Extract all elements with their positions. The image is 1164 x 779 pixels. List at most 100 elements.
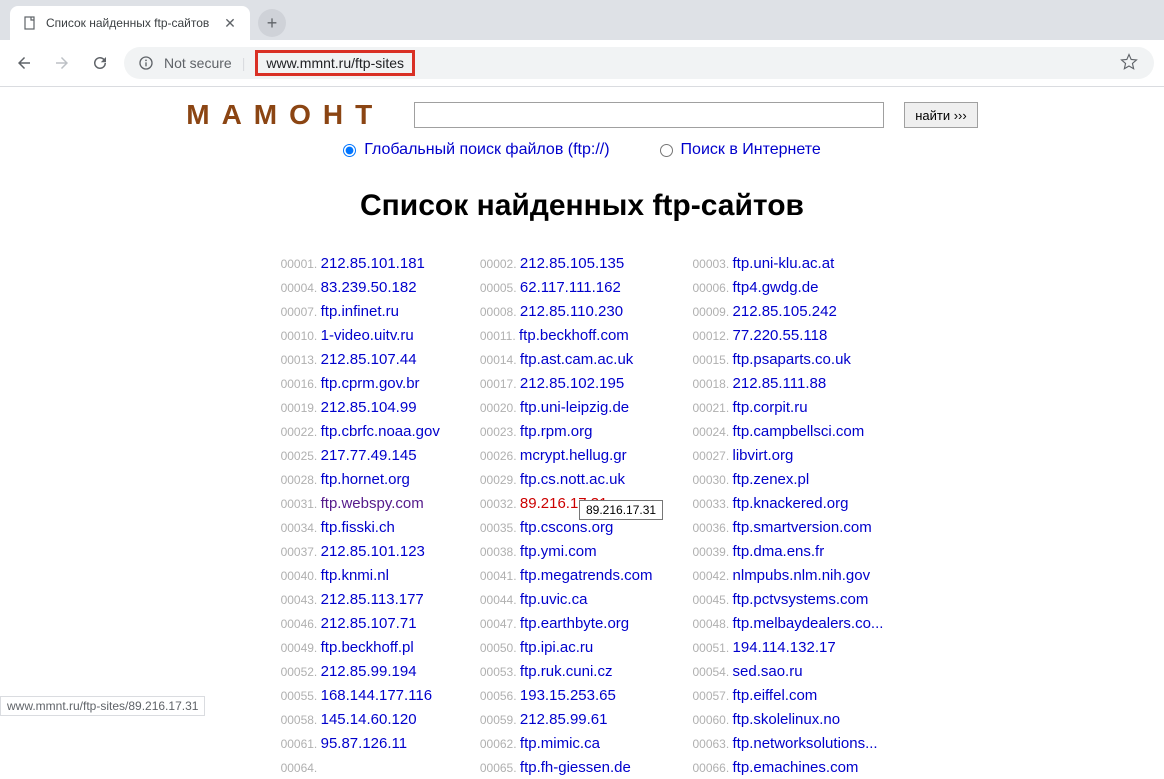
ftp-link[interactable]: ftp.fisski.ch	[321, 519, 395, 536]
ftp-link[interactable]: 212.85.107.71	[321, 615, 417, 632]
ftp-link[interactable]: 83.239.50.182	[321, 279, 417, 296]
ftp-link[interactable]: ftp.hornet.org	[321, 471, 410, 488]
ftp-link[interactable]: ftp.rpm.org	[520, 423, 593, 440]
ftp-link[interactable]: 168.144.177.116	[321, 687, 433, 704]
ftp-link[interactable]: 212.85.99.61	[520, 711, 608, 728]
ftp-item: 00042. nlmpubs.nlm.nih.gov	[692, 565, 883, 587]
ftp-link[interactable]: ftp.networksolutions...	[733, 735, 878, 752]
ftp-link[interactable]: 212.85.105.242	[733, 303, 837, 320]
ftp-link[interactable]: ftp.ipi.ac.ru	[520, 639, 593, 656]
ftp-item: 00019. 212.85.104.99	[281, 397, 440, 419]
ftp-link[interactable]: ftp.infinet.ru	[321, 303, 399, 320]
back-button[interactable]	[10, 49, 38, 77]
ftp-link[interactable]: ftp.cbrfc.noaa.gov	[321, 423, 440, 440]
ftp-link[interactable]: ftp.knackered.org	[733, 495, 849, 512]
ftp-link[interactable]: 212.85.113.177	[321, 591, 424, 608]
ftp-link[interactable]: mcrypt.hellug.gr	[520, 447, 627, 464]
ftp-number: 00029.	[480, 473, 520, 487]
ftp-link[interactable]: ftp.uvic.ca	[520, 591, 588, 608]
ftp-link[interactable]: ftp.zenex.pl	[733, 471, 810, 488]
ftp-link[interactable]: ftp.cscons.org	[520, 519, 613, 536]
ftp-link[interactable]: ftp.pctvsystems.com	[733, 591, 869, 608]
ftp-link[interactable]: 212.85.99.194	[321, 663, 417, 680]
ftp-link[interactable]: ftp.corpit.ru	[733, 399, 808, 416]
ftp-link[interactable]: nlmpubs.nlm.nih.gov	[733, 567, 871, 584]
radio-ftp-link[interactable]: Глобальный поиск файлов (ftp://)	[364, 141, 609, 159]
ftp-link[interactable]: ftp4.gwdg.de	[733, 279, 819, 296]
close-icon[interactable]: ✕	[222, 15, 238, 31]
radio-internet-input[interactable]	[660, 144, 673, 157]
reload-button[interactable]	[86, 49, 114, 77]
ftp-link[interactable]: ftp.eiffel.com	[733, 687, 818, 704]
ftp-link[interactable]: 217.77.49.145	[321, 447, 417, 464]
ftp-link[interactable]: 212.85.105.135	[520, 255, 624, 272]
search-input[interactable]	[414, 102, 884, 128]
ftp-link[interactable]: 212.85.110.230	[520, 303, 623, 320]
ftp-link[interactable]: 77.220.55.118	[733, 327, 828, 344]
browser-tab[interactable]: Список найденных ftp-сайтов ✕	[10, 6, 250, 40]
radio-internet[interactable]: Поиск в Интернете	[660, 141, 821, 159]
ftp-link[interactable]: 212.85.102.195	[520, 375, 624, 392]
ftp-link[interactable]: 1-video.uitv.ru	[321, 327, 414, 344]
ftp-link[interactable]: 95.87.126.11	[321, 735, 407, 752]
ftp-link[interactable]: ftp.campbellsci.com	[733, 423, 865, 440]
radio-ftp-input[interactable]	[343, 144, 356, 157]
ftp-item: 00036. ftp.smartversion.com	[692, 517, 883, 539]
ftp-link[interactable]: ftp.cprm.gov.br	[321, 375, 420, 392]
ftp-link[interactable]: ftp.smartversion.com	[733, 519, 872, 536]
ftp-link[interactable]: 193.15.253.65	[520, 687, 616, 704]
ftp-link[interactable]: 212.85.107.44	[321, 351, 417, 368]
ftp-item: 00041. ftp.megatrends.com	[480, 565, 653, 587]
bookmark-icon[interactable]	[1120, 53, 1140, 73]
ftp-link[interactable]: libvirt.org	[733, 447, 794, 464]
url-text: www.mmnt.ru/ftp-sites	[255, 50, 415, 76]
ftp-link[interactable]: 62.117.111.162	[520, 279, 621, 296]
ftp-link[interactable]: ftp.megatrends.com	[520, 567, 653, 584]
ftp-link[interactable]: ftp.mimic.ca	[520, 735, 600, 752]
ftp-link[interactable]: ftp.beckhoff.com	[519, 327, 629, 344]
ftp-link[interactable]: ftp.cs.nott.ac.uk	[520, 471, 625, 488]
ftp-link[interactable]: ftp.ruk.cuni.cz	[520, 663, 613, 680]
ftp-item: 00054. sed.sao.ru	[692, 661, 883, 683]
ftp-link[interactable]: ftp.uni-leipzig.de	[520, 399, 629, 416]
ftp-number: 00021.	[692, 401, 732, 415]
ftp-link[interactable]: ftp.psaparts.co.uk	[733, 351, 851, 368]
new-tab-button[interactable]: +	[258, 9, 286, 37]
ftp-item: 00004. 83.239.50.182	[281, 277, 440, 299]
ftp-item: 00038. ftp.ymi.com	[480, 541, 653, 563]
ftp-link[interactable]: ftp.melbaydealers.co...	[733, 615, 884, 632]
ftp-link[interactable]: ftp.ast.cam.ac.uk	[520, 351, 633, 368]
ftp-number: 00045.	[692, 593, 732, 607]
search-button[interactable]: найти ›››	[904, 102, 978, 128]
ftp-column: 00001. 212.85.101.18100004. 83.239.50.18…	[281, 253, 440, 779]
ftp-link[interactable]: ftp.ymi.com	[520, 543, 597, 560]
ftp-link[interactable]: 212.85.101.181	[321, 255, 425, 272]
ftp-link[interactable]: 212.85.101.123	[321, 543, 425, 560]
ftp-link[interactable]: sed.sao.ru	[733, 663, 803, 680]
ftp-link[interactable]: ftp.earthbyte.org	[520, 615, 629, 632]
ftp-link[interactable]: 212.85.111.88	[733, 375, 827, 392]
ftp-item: 00043. 212.85.113.177	[281, 589, 440, 611]
ftp-item: 00022. ftp.cbrfc.noaa.gov	[281, 421, 440, 443]
ftp-link[interactable]: 145.14.60.120	[321, 711, 417, 728]
ftp-link[interactable]: ftp.fh-giessen.de	[520, 759, 631, 776]
ftp-link[interactable]: 194.114.132.17	[733, 639, 836, 656]
ftp-item: 00034. ftp.fisski.ch	[281, 517, 440, 539]
forward-button[interactable]	[48, 49, 76, 77]
ftp-link[interactable]: ftp.dma.ens.fr	[733, 543, 825, 560]
ftp-link[interactable]: 212.85.104.99	[321, 399, 417, 416]
info-icon[interactable]	[138, 55, 154, 71]
address-bar[interactable]: Not secure | www.mmnt.ru/ftp-sites	[124, 47, 1154, 79]
ftp-link[interactable]: ftp.uni-klu.ac.at	[733, 255, 835, 272]
ftp-number: 00016.	[281, 377, 321, 391]
ftp-link[interactable]: ftp.webspy.com	[321, 495, 424, 512]
ftp-link[interactable]: ftp.knmi.nl	[321, 567, 389, 584]
ftp-number: 00050.	[480, 641, 520, 655]
ftp-link[interactable]: ftp.beckhoff.pl	[321, 639, 414, 656]
radio-ftp[interactable]: Глобальный поиск файлов (ftp://)	[343, 141, 609, 159]
ftp-link[interactable]: ftp.skolelinux.no	[733, 711, 841, 728]
ftp-link[interactable]: ftp.emachines.com	[733, 759, 859, 776]
radio-internet-link[interactable]: Поиск в Интернете	[681, 141, 821, 159]
ftp-item: 00045. ftp.pctvsystems.com	[692, 589, 883, 611]
ftp-number: 00055.	[281, 689, 321, 703]
